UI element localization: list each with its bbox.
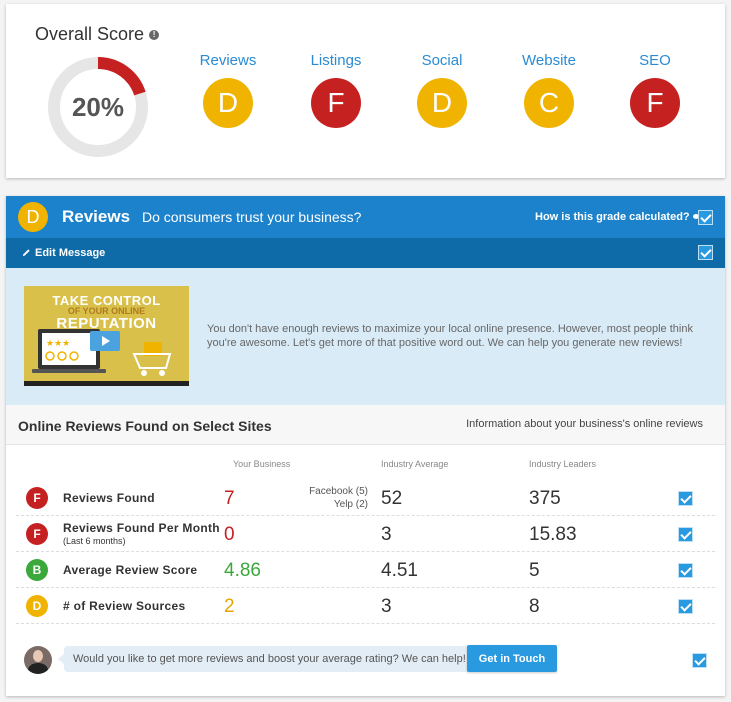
checkbox-icon[interactable] — [698, 245, 713, 260]
svg-text:★★★: ★★★ — [46, 339, 70, 349]
your-business-value: 4.86 — [224, 560, 261, 581]
pencil-icon — [22, 249, 30, 257]
overall-score-value: 20% — [71, 92, 125, 122]
promo-video-thumbnail[interactable]: TAKE CONTROL OF YOUR ONLINE REPUTATION ★… — [24, 286, 189, 386]
checkbox-icon[interactable] — [678, 599, 693, 614]
cta-row: Would you like to get more reviews and b… — [6, 636, 725, 696]
edit-message-button[interactable]: Edit Message — [22, 247, 105, 259]
grade-badge: F — [311, 78, 361, 128]
reviews-title: Reviews — [62, 207, 131, 226]
checkbox-icon[interactable] — [692, 653, 707, 668]
grade-badge: C — [524, 78, 574, 128]
category-listings[interactable]: Listings F — [286, 52, 386, 128]
reviews-message: You don't have enough reviews to maximiz… — [207, 323, 693, 349]
industry-leaders-value: 8 — [529, 596, 540, 617]
grade-badge: B — [26, 559, 48, 581]
grade-badge: F — [26, 487, 48, 509]
column-header: Industry Leaders — [529, 459, 597, 469]
your-business-value: 2 — [224, 596, 235, 617]
category-label[interactable]: Website — [499, 52, 599, 72]
table-row: B Average Review Score 4.86 4.51 5 — [16, 552, 715, 588]
avatar — [24, 646, 52, 674]
row-label: # of Review Sources — [63, 599, 186, 613]
category-label[interactable]: SEO — [605, 52, 705, 72]
reviews-subtitle: Do consumers trust your business? — [142, 209, 362, 225]
category-label[interactable]: Reviews — [178, 52, 278, 72]
reviews-header: D Reviews Do consumers trust your busine… — [6, 196, 725, 238]
edit-message-label[interactable]: Edit Message — [35, 247, 105, 259]
industry-average-value: 52 — [381, 488, 403, 509]
category-website[interactable]: Website C — [499, 52, 599, 128]
edit-message-bar: Edit Message — [6, 238, 725, 268]
row-label: Reviews Found — [63, 491, 155, 505]
category-label[interactable]: Listings — [286, 52, 386, 72]
your-business-value: 7 — [224, 488, 235, 509]
cart-icon — [132, 342, 172, 376]
info-icon[interactable]: ! — [149, 30, 160, 40]
review-source-breakdown: Facebook (5) Yelp (2) — [296, 485, 368, 511]
grade-calculation-link[interactable]: How is this grade calculated? — [535, 211, 699, 223]
industry-average-value: 3 — [381, 524, 392, 545]
checkbox-icon[interactable] — [678, 527, 693, 542]
industry-average-value: 4.51 — [381, 560, 418, 581]
category-seo[interactable]: SEO F — [605, 52, 705, 128]
category-label[interactable]: Social — [392, 52, 492, 72]
grade-badge: D — [417, 78, 467, 128]
get-in-touch-button[interactable]: Get in Touch — [467, 645, 557, 672]
your-business-value: 0 — [224, 524, 235, 545]
grade-calculation-label[interactable]: How is this grade calculated? — [535, 211, 690, 223]
grade-badge: D — [26, 595, 48, 617]
table-subtitle: Information about your business's online… — [466, 418, 703, 430]
grade-badge: F — [26, 523, 48, 545]
checkbox-icon[interactable] — [698, 210, 713, 225]
table-row: F Reviews Found Per Month (Last 6 months)… — [16, 516, 715, 552]
message-panel: TAKE CONTROL OF YOUR ONLINE REPUTATION ★… — [6, 268, 725, 405]
reviews-card: D Reviews Do consumers trust your busine… — [6, 196, 725, 696]
industry-leaders-value: 15.83 — [529, 524, 577, 545]
grade-badge: D — [203, 78, 253, 128]
laptop-icon: ★★★ — [24, 329, 189, 386]
row-sublabel: (Last 6 months) — [63, 536, 126, 546]
industry-average-value: 3 — [381, 596, 392, 617]
grade-badge: F — [630, 78, 680, 128]
table-row: F Reviews Found 7 Facebook (5) Yelp (2) 5… — [16, 480, 715, 516]
table-row: D # of Review Sources 2 3 8 — [16, 588, 715, 624]
cta-message-bubble: Would you like to get more reviews and b… — [58, 646, 475, 672]
checkbox-icon[interactable] — [678, 563, 693, 578]
source-facebook: Facebook (5) — [309, 486, 368, 497]
table-section-header: Online Reviews Found on Select Sites Inf… — [6, 405, 725, 445]
industry-leaders-value: 375 — [529, 488, 561, 509]
overall-score-label: Overall Score — [35, 24, 145, 44]
column-header: Your Business — [233, 459, 291, 469]
overall-score-card: Overall Score! 20% Reviews D Listings F … — [6, 4, 725, 178]
overall-score-title: Overall Score! — [35, 24, 160, 45]
checkbox-icon[interactable] — [678, 491, 693, 506]
reviews-grade-badge: D — [18, 202, 48, 232]
row-label: Reviews Found Per Month (Last 6 months) — [63, 521, 220, 546]
row-label-text: Reviews Found Per Month — [63, 521, 220, 535]
column-header: Industry Average — [381, 459, 449, 469]
category-reviews[interactable]: Reviews D — [178, 52, 278, 128]
industry-leaders-value: 5 — [529, 560, 540, 581]
table-title: Online Reviews Found on Select Sites — [18, 418, 272, 434]
source-yelp: Yelp (2) — [333, 499, 368, 510]
category-social[interactable]: Social D — [392, 52, 492, 128]
row-label: Average Review Score — [63, 563, 198, 577]
